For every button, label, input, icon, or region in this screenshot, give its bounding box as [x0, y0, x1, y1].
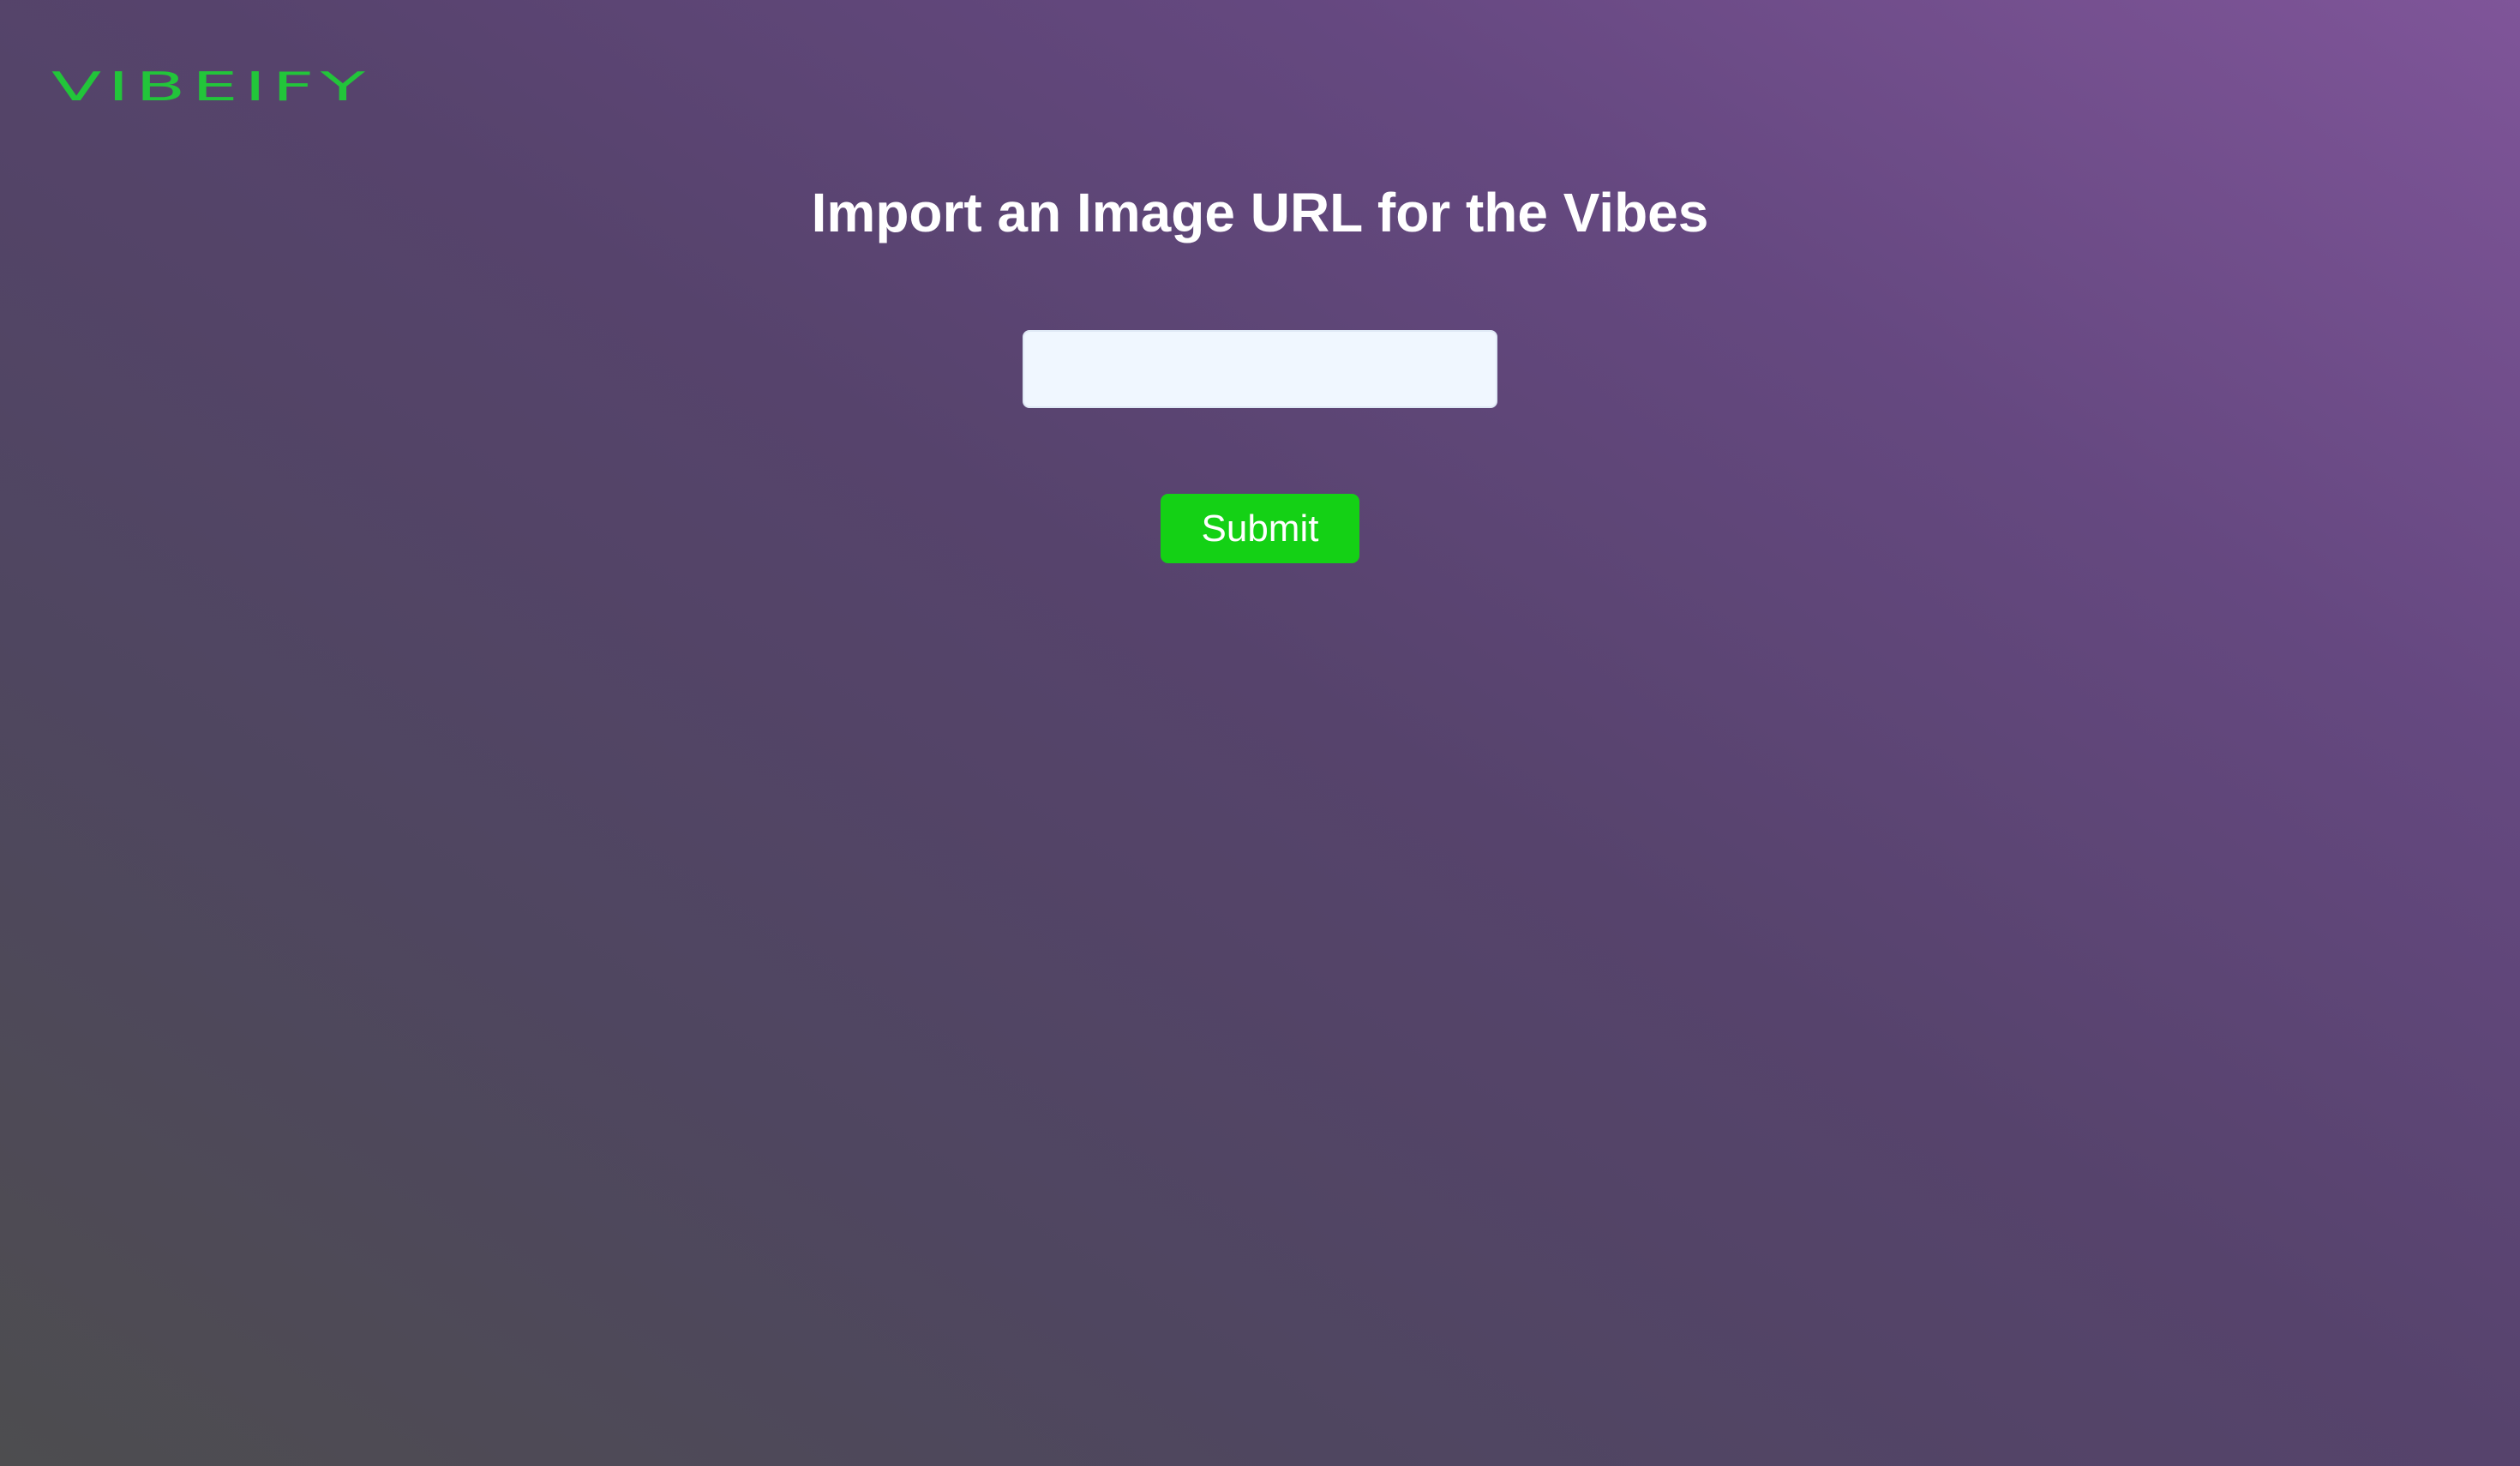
- app-logo[interactable]: VIBEIFY: [51, 67, 371, 106]
- page-title: Import an Image URL for the Vibes: [811, 182, 1709, 243]
- submit-button[interactable]: Submit: [1161, 494, 1359, 563]
- image-url-input[interactable]: [1023, 330, 1497, 408]
